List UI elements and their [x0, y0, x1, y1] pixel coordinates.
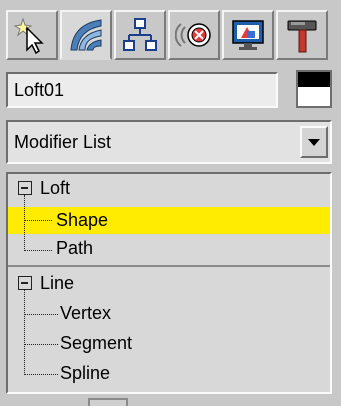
- stack-item-line[interactable]: Line: [8, 270, 330, 297]
- modifier-stack[interactable]: Loft Shape Path Line Vertex Segment Spli…: [6, 172, 332, 394]
- stack-item-path[interactable]: Path: [8, 235, 330, 262]
- tree-line: [24, 250, 52, 251]
- tab-hierarchy[interactable]: [114, 10, 166, 60]
- stack-divider: [8, 265, 330, 267]
- tab-modify[interactable]: [60, 10, 112, 60]
- stack-item-label: Line: [40, 273, 75, 293]
- stack-item-label: Shape: [56, 210, 109, 230]
- object-color-swatch[interactable]: [296, 70, 332, 108]
- modifier-list-dropdown[interactable]: Modifier List: [6, 120, 332, 164]
- display-monitor-icon: [232, 20, 264, 50]
- tree-line: [24, 374, 58, 375]
- command-panel-tabs: [6, 10, 328, 62]
- command-panel: Modifier List Loft Shape Path Line Verte…: [0, 0, 341, 406]
- stack-item-label: Loft: [40, 178, 71, 198]
- stack-item-label: Path: [56, 238, 94, 258]
- chevron-down-icon: [308, 138, 320, 146]
- collapse-icon[interactable]: [18, 276, 32, 290]
- stack-item-label: Vertex: [60, 303, 112, 323]
- modify-curve-icon: [70, 19, 102, 51]
- tree-line: [24, 344, 58, 345]
- tree-line: [24, 195, 25, 251]
- stack-item-shape[interactable]: Shape: [8, 207, 330, 234]
- stack-item-label: Segment: [60, 333, 133, 353]
- stack-item-label: Spline: [60, 363, 111, 383]
- motion-icon: [175, 23, 211, 47]
- tab-motion[interactable]: [168, 10, 220, 60]
- stack-item-loft[interactable]: Loft: [8, 175, 330, 202]
- object-color-swatch-top: [298, 72, 330, 87]
- tab-utilities[interactable]: [276, 10, 328, 60]
- tree-line: [24, 290, 25, 375]
- tab-create[interactable]: [6, 10, 58, 60]
- modifier-list-label: Modifier List: [14, 132, 112, 152]
- tree-line: [24, 220, 52, 221]
- hierarchy-icon: [123, 18, 157, 51]
- collapse-icon[interactable]: [18, 181, 32, 195]
- modifier-list-dropdown-button[interactable]: [300, 126, 328, 158]
- panel-scroll-handle[interactable]: [88, 398, 128, 406]
- tab-display[interactable]: [222, 10, 274, 60]
- utilities-hammer-icon: [287, 20, 317, 53]
- object-name-field[interactable]: [6, 72, 278, 108]
- tree-line: [24, 314, 58, 315]
- create-cursor-star-icon: [13, 17, 44, 54]
